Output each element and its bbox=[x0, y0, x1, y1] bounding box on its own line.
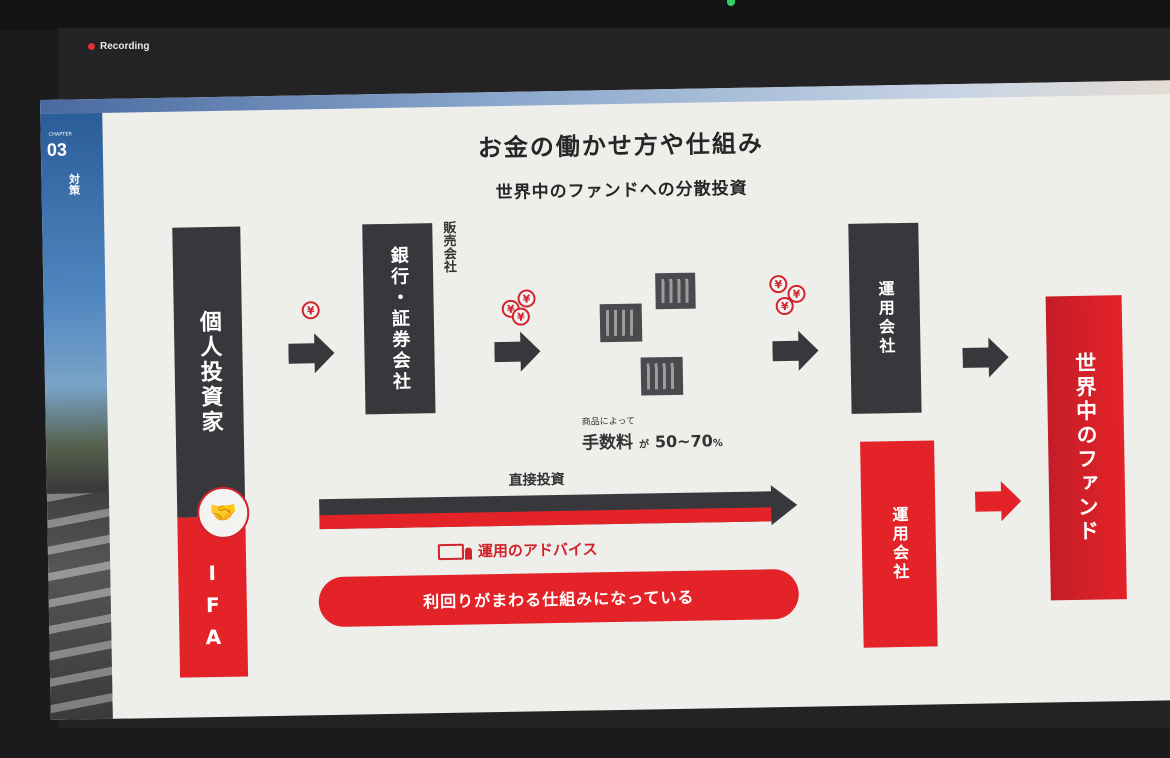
building-icon bbox=[599, 303, 643, 343]
building-icon bbox=[655, 272, 696, 310]
arrow-right-icon bbox=[962, 337, 1009, 378]
individual-investor-label: 個人投資家 bbox=[195, 309, 223, 435]
world-funds-box: 世界中のファンド bbox=[1045, 295, 1127, 601]
asset-manager-bottom-label: 運用会社 bbox=[889, 505, 910, 583]
bank-securities-label: 銀行・証券会社 bbox=[387, 245, 412, 393]
building-icon bbox=[640, 356, 684, 396]
yield-mechanism-banner: 利回りがまわる仕組みになっている bbox=[318, 568, 800, 628]
slide-title: お金の働かせ方や仕組み bbox=[477, 129, 765, 163]
fee-text: 手数料 が 50~70% bbox=[582, 426, 723, 453]
asset-manager-top-label: 運用会社 bbox=[875, 280, 896, 357]
sales-company-label: 販売会社 bbox=[440, 220, 457, 274]
yen-coin-icon: ¥ bbox=[775, 296, 794, 316]
individual-investor-box: 個人投資家 bbox=[172, 226, 246, 518]
arrow-right-icon bbox=[494, 331, 541, 372]
ifa-label: IFA bbox=[200, 560, 226, 658]
advisor-presentation-icon bbox=[437, 543, 465, 560]
world-funds-label: 世界中のファンド bbox=[1072, 351, 1100, 544]
yen-coin-icon: ¥ bbox=[511, 307, 531, 326]
slide: CHAPTER 03 対策 お金の働かせ方や仕組み 世界中のファンドへの分散投資… bbox=[40, 79, 1170, 720]
ifa-box: IFA bbox=[177, 516, 249, 678]
recording-label: Recording bbox=[100, 41, 150, 52]
fee-unit: % bbox=[712, 438, 724, 450]
advice-label: 運用のアドバイス bbox=[477, 540, 598, 561]
fee-ga: が bbox=[638, 439, 650, 451]
arrow-right-icon bbox=[288, 333, 335, 374]
recording-indicator: Recording bbox=[88, 41, 149, 52]
yen-coin-icon: ¥ bbox=[517, 289, 536, 308]
handshake-icon: 🤝 bbox=[209, 500, 238, 526]
screen-bezel bbox=[0, 0, 1170, 30]
advice-row: 運用のアドバイス bbox=[437, 538, 598, 562]
yen-coin-icon: ¥ bbox=[769, 274, 788, 294]
slide-subtitle: 世界中のファンドへの分散投資 bbox=[495, 178, 748, 204]
direct-investment-label: 直接投資 bbox=[508, 471, 565, 489]
bank-securities-box: 銀行・証券会社 bbox=[362, 223, 436, 415]
road-image bbox=[46, 492, 113, 720]
fee-percent: 50~70 bbox=[654, 431, 713, 452]
fee-label: 手数料 bbox=[581, 432, 634, 454]
asset-manager-box-bottom: 運用会社 bbox=[860, 440, 938, 648]
fee-note: 商品によって bbox=[581, 416, 636, 428]
direct-investment-arrow bbox=[319, 485, 798, 530]
record-icon bbox=[88, 43, 95, 50]
arrow-right-icon bbox=[772, 330, 819, 371]
arrow-right-red-icon bbox=[974, 481, 1022, 522]
asset-manager-box-top: 運用会社 bbox=[848, 222, 922, 414]
yen-coin-icon: ¥ bbox=[301, 301, 320, 320]
